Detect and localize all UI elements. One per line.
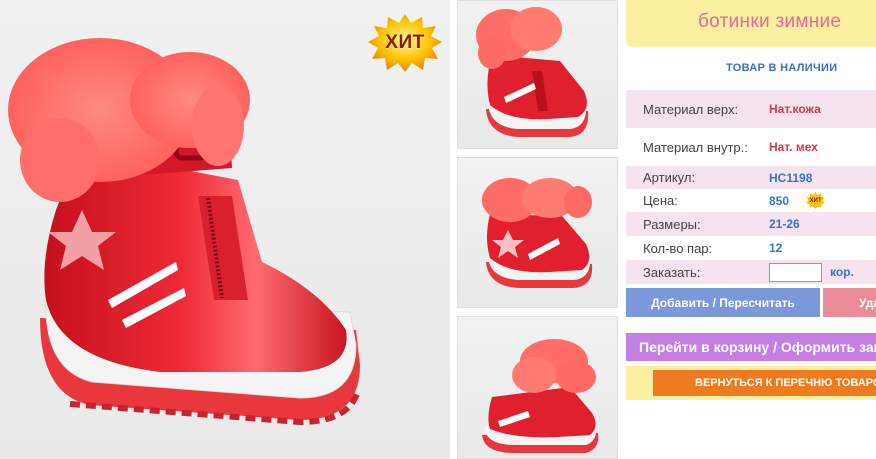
spec-label: Материал верх: <box>643 101 739 117</box>
spec-value: HC1198 <box>769 170 813 185</box>
spec-label: Артикул: <box>643 170 696 185</box>
price-hit-label: ХИТ <box>809 197 822 204</box>
hit-badge-label: ХИТ <box>385 32 425 53</box>
spec-value: Нат. мех <box>769 140 818 154</box>
price-value: 850 <box>769 193 790 208</box>
spec-row-pairs: Кол-во пар: 12 <box>626 236 876 260</box>
main-product-photo[interactable]: ХИТ <box>0 0 450 459</box>
product-title-bar: ботинки зимние <box>626 0 876 47</box>
spec-label: Размеры: <box>643 216 701 232</box>
spec-row-price: Цена: 850 ХИТ <box>626 189 876 212</box>
spec-row-material-inner: Материал внутр.: Нат. мех <box>626 128 876 166</box>
order-row: Заказать: кор. <box>626 260 876 284</box>
spec-value: 12 <box>769 241 783 255</box>
spec-value: 21-26 <box>769 217 800 231</box>
go-to-cart-button[interactable]: Перейти в корзину / Оформить заказ <box>626 333 876 361</box>
stock-status: ТОВАР В НАЛИЧИИ <box>726 62 838 74</box>
price-hit-badge: ХИТ <box>806 192 825 209</box>
thumbnail-boot-star[interactable] <box>457 157 618 308</box>
boot-side-thumbnail <box>482 339 599 453</box>
spec-row-sizes: Размеры: 21-26 <box>626 212 876 236</box>
spec-label: Материал внутр.: <box>643 139 748 155</box>
back-row: ВЕРНУТЬСЯ К ПЕРЕЧНЮ ТОВАРОВ <box>626 366 876 400</box>
order-label: Заказать: <box>643 264 701 280</box>
thumbnail-boot-side[interactable] <box>457 316 618 459</box>
order-quantity-input[interactable] <box>769 263 822 282</box>
boot-front-thumbnail <box>476 7 589 137</box>
thumbnail-boot-front[interactable] <box>457 0 618 149</box>
product-title: ботинки зимние <box>698 11 842 32</box>
spec-value: Нат.кожа <box>769 102 821 116</box>
hit-badge: ХИТ <box>368 14 442 72</box>
boot-star-thumbnail <box>482 178 593 288</box>
add-recalculate-button[interactable]: Добавить / Пересчитать <box>626 288 820 317</box>
delete-button[interactable]: Удалить <box>823 288 876 317</box>
order-unit: кор. <box>830 265 854 279</box>
spec-row-material-outer: Материал верх: Нат.кожа <box>626 90 876 128</box>
back-to-list-button[interactable]: ВЕРНУТЬСЯ К ПЕРЕЧНЮ ТОВАРОВ <box>653 370 876 396</box>
spec-label: Кол-во пар: <box>643 240 713 256</box>
spec-row-article: Артикул: HC1198 <box>626 166 876 189</box>
product-info-panel: ботинки зимние ТОВАР В НАЛИЧИИ Материал … <box>626 0 876 459</box>
product-page: ХИТ ботинки зимние ТОВАР В НАЛИЧИИ Матер… <box>0 0 876 459</box>
spec-label: Цена: <box>643 193 678 208</box>
